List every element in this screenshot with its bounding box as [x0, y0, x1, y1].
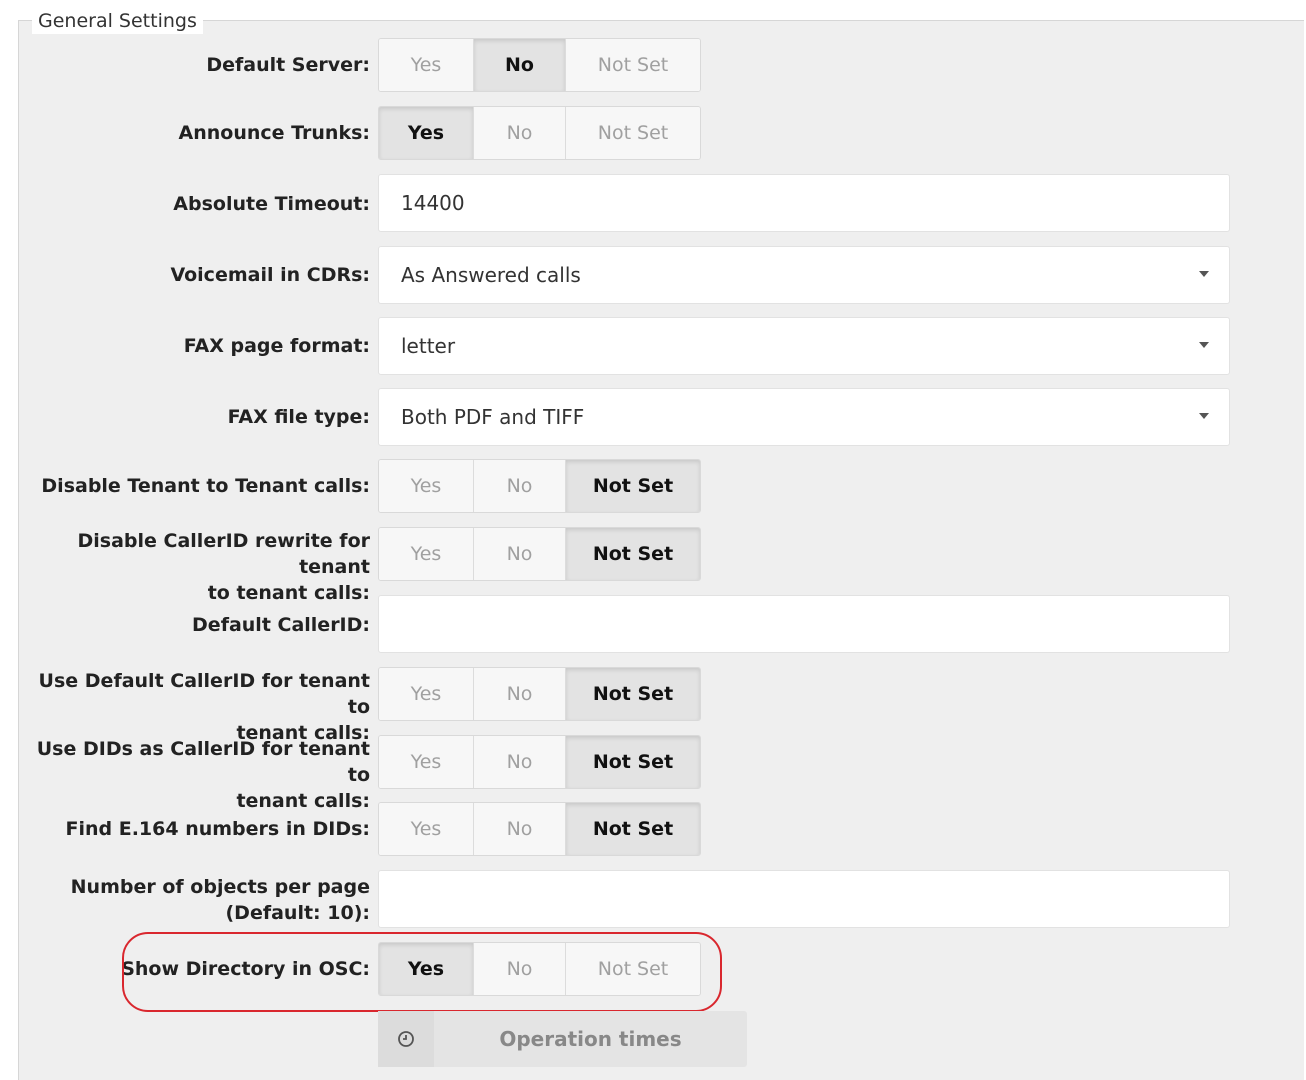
announce-trunks-toggle: Yes No Not Set	[378, 106, 701, 160]
show-directory-osc-no[interactable]: No	[474, 943, 566, 995]
voicemail-cdrs-label: Voicemail in CDRs:	[170, 264, 370, 286]
fieldset-legend: General Settings	[32, 8, 203, 34]
objects-per-page-label: Number of objects per page (Default: 10)…	[70, 876, 370, 924]
disable-tenant-calls-label: Disable Tenant to Tenant calls:	[41, 475, 370, 497]
use-default-callerid-not-set[interactable]: Not Set	[566, 668, 700, 720]
absolute-timeout-input[interactable]: 14400	[378, 174, 1230, 232]
disable-callerid-rewrite-label: Disable CallerID rewrite for tenant to t…	[77, 530, 371, 604]
show-directory-osc-not-set[interactable]: Not Set	[566, 943, 700, 995]
show-directory-osc-toggle: Yes No Not Set	[378, 942, 701, 996]
use-default-callerid-label: Use Default CallerID for tenant to tenan…	[38, 670, 370, 744]
fax-page-format-label: FAX page format:	[183, 335, 370, 357]
clock-icon	[378, 1011, 434, 1067]
voicemail-cdrs-select[interactable]: As Answered calls	[378, 246, 1230, 304]
use-dids-callerid-yes[interactable]: Yes	[379, 736, 474, 788]
disable-callerid-rewrite-no[interactable]: No	[474, 528, 566, 580]
use-default-callerid-no[interactable]: No	[474, 668, 566, 720]
chevron-down-icon	[1199, 413, 1209, 419]
use-dids-callerid-not-set[interactable]: Not Set	[566, 736, 700, 788]
fax-file-type-label: FAX file type:	[227, 406, 370, 428]
find-e164-yes[interactable]: Yes	[379, 803, 474, 855]
use-dids-callerid-toggle: Yes No Not Set	[378, 735, 701, 789]
fax-file-type-value: Both PDF and TIFF	[401, 405, 585, 429]
announce-trunks-no[interactable]: No	[474, 107, 566, 159]
default-callerid-input[interactable]	[378, 595, 1230, 653]
default-server-no[interactable]: No	[474, 39, 566, 91]
objects-per-page-input[interactable]	[378, 870, 1230, 928]
voicemail-cdrs-value: As Answered calls	[401, 263, 581, 287]
find-e164-toggle: Yes No Not Set	[378, 802, 701, 856]
default-callerid-label: Default CallerID:	[192, 614, 370, 636]
announce-trunks-label: Announce Trunks:	[178, 122, 370, 144]
announce-trunks-not-set[interactable]: Not Set	[566, 107, 700, 159]
disable-callerid-rewrite-toggle: Yes No Not Set	[378, 527, 701, 581]
chevron-down-icon	[1199, 271, 1209, 277]
default-server-yes[interactable]: Yes	[379, 39, 474, 91]
disable-callerid-rewrite-yes[interactable]: Yes	[379, 528, 474, 580]
default-server-toggle: Yes No Not Set	[378, 38, 701, 92]
disable-callerid-rewrite-not-set[interactable]: Not Set	[566, 528, 700, 580]
find-e164-label: Find E.164 numbers in DIDs:	[65, 818, 370, 840]
default-server-label: Default Server:	[206, 54, 370, 76]
default-server-not-set[interactable]: Not Set	[566, 39, 700, 91]
use-default-callerid-yes[interactable]: Yes	[379, 668, 474, 720]
fax-page-format-select[interactable]: letter	[378, 317, 1230, 375]
use-dids-callerid-no[interactable]: No	[474, 736, 566, 788]
disable-tenant-calls-toggle: Yes No Not Set	[378, 459, 701, 513]
absolute-timeout-value: 14400	[401, 191, 465, 215]
operation-times-button[interactable]: Operation times	[378, 1011, 747, 1067]
disable-tenant-calls-no[interactable]: No	[474, 460, 566, 512]
show-directory-osc-label: Show Directory in OSC:	[121, 958, 370, 980]
fax-page-format-value: letter	[401, 334, 456, 358]
find-e164-not-set[interactable]: Not Set	[566, 803, 700, 855]
find-e164-no[interactable]: No	[474, 803, 566, 855]
fax-file-type-select[interactable]: Both PDF and TIFF	[378, 388, 1230, 446]
use-default-callerid-toggle: Yes No Not Set	[378, 667, 701, 721]
operation-times-label: Operation times	[499, 1027, 682, 1051]
disable-tenant-calls-not-set[interactable]: Not Set	[566, 460, 700, 512]
announce-trunks-yes[interactable]: Yes	[379, 107, 474, 159]
use-dids-callerid-label: Use DIDs as CallerID for tenant to tenan…	[36, 738, 370, 812]
disable-tenant-calls-yes[interactable]: Yes	[379, 460, 474, 512]
absolute-timeout-label: Absolute Timeout:	[173, 193, 370, 215]
chevron-down-icon	[1199, 342, 1209, 348]
show-directory-osc-yes[interactable]: Yes	[379, 943, 474, 995]
